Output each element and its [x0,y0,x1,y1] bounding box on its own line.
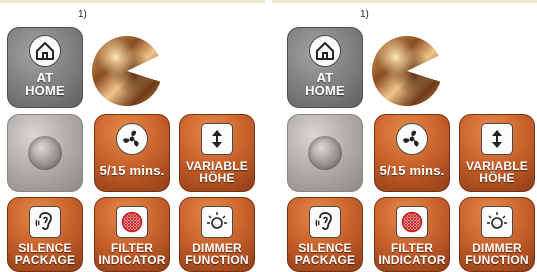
footnote-marker: 1) [360,9,369,20]
at-home-tile[interactable]: AT HOME [7,27,83,108]
silence-package-label: SILENCE PACKAGE [294,241,356,267]
filter-grid-icon [116,206,148,238]
at-home-label: AT HOME [25,70,65,98]
filter-indicator-tile[interactable]: FILTER INDICATOR [94,197,170,272]
light-bulb-icon [201,206,233,238]
feature-panel-left: 1) AT HOME 5/15 mins. VARIABLE HÖHE SILE… [0,0,262,272]
dimmer-function-label: DIMMER FUNCTION [185,241,249,267]
timer-tile[interactable]: 5/15 mins. [94,114,170,192]
speaker-icon [28,136,62,170]
variable-height-tile[interactable]: VARIABLE HÖHE [459,114,535,192]
product-photo [372,36,442,106]
timer-label: 5/15 mins. [379,163,445,178]
dimmer-function-tile[interactable]: DIMMER FUNCTION [179,197,255,272]
silence-package-tile[interactable]: SILENCE PACKAGE [287,197,363,272]
home-icon [309,35,341,67]
fan-icon [396,123,428,155]
fan-icon [116,123,148,155]
dimmer-function-label: DIMMER FUNCTION [465,241,529,267]
filter-indicator-tile[interactable]: FILTER INDICATOR [374,197,450,272]
height-arrows-icon [481,123,513,155]
timer-label: 5/15 mins. [99,163,165,178]
at-home-tile[interactable]: AT HOME [287,27,363,108]
variable-height-label: VARIABLE HÖHE [465,159,529,185]
feature-panel-right: 1) AT HOME 5/15 mins. VARIABLE HÖHE SILE… [272,0,535,272]
ear-icon [309,206,341,238]
filter-indicator-label: FILTER INDICATOR [378,241,446,267]
height-arrows-icon [201,123,233,155]
home-icon [29,35,61,67]
silence-package-label: SILENCE PACKAGE [14,241,76,267]
light-bulb-icon [481,206,513,238]
speaker-icon [308,136,342,170]
variable-height-tile[interactable]: VARIABLE HÖHE [179,114,255,192]
footnote-marker: 1) [78,9,87,20]
timer-tile[interactable]: 5/15 mins. [374,114,450,192]
product-photo [92,36,162,106]
at-home-label: AT HOME [305,70,345,98]
speaker-tile [7,114,83,192]
speaker-tile [287,114,363,192]
silence-package-tile[interactable]: SILENCE PACKAGE [7,197,83,272]
filter-indicator-label: FILTER INDICATOR [98,241,166,267]
filter-grid-icon [396,206,428,238]
ear-icon [29,206,61,238]
dimmer-function-tile[interactable]: DIMMER FUNCTION [459,197,535,272]
variable-height-label: VARIABLE HÖHE [185,159,249,185]
